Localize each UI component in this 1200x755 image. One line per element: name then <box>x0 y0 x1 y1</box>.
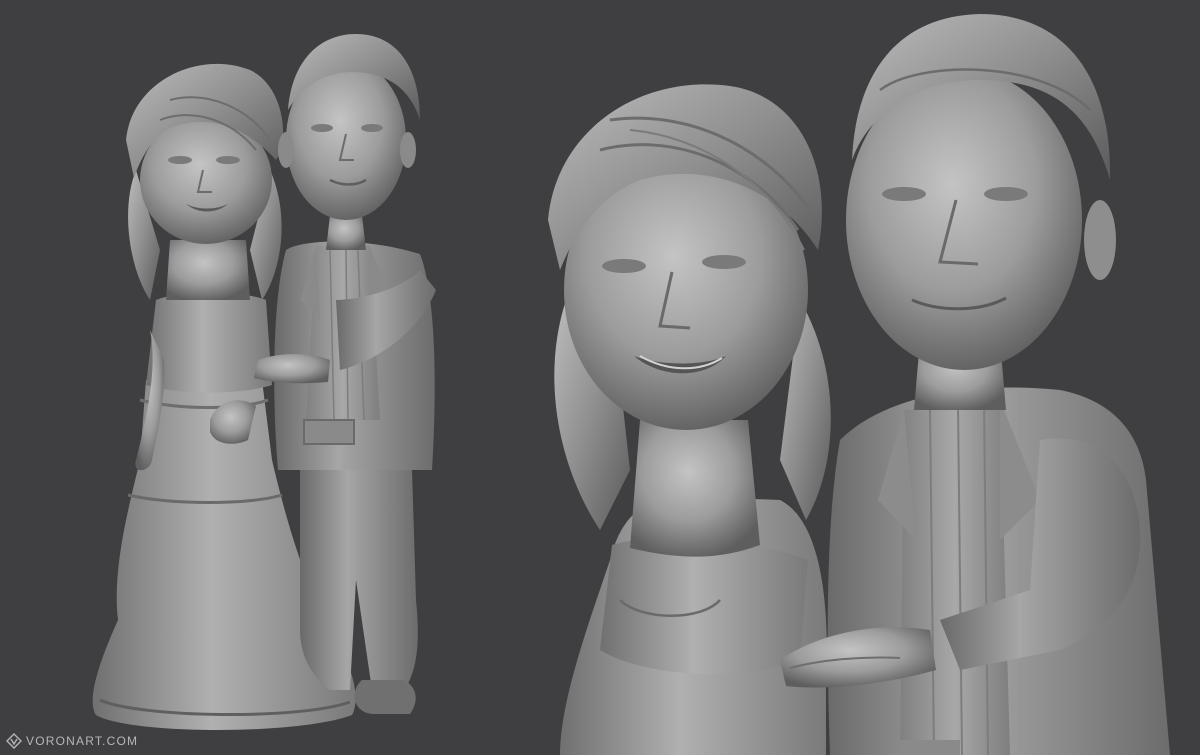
sculpture-render <box>92 14 1170 755</box>
closeup-view <box>548 14 1170 755</box>
watermark: VORONART.COM <box>6 731 138 751</box>
bride-closeup <box>548 84 831 755</box>
render-canvas: VORONART.COM <box>0 0 1200 755</box>
groom-closeup <box>780 14 1170 755</box>
watermark-text: VORONART.COM <box>26 734 139 748</box>
full-figure-view <box>92 34 436 730</box>
voronart-logo-icon <box>6 733 22 749</box>
